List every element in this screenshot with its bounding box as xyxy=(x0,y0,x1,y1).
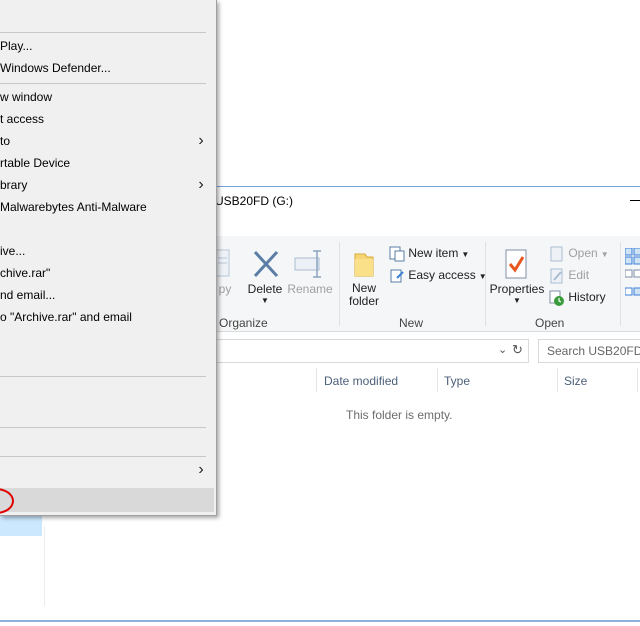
menu-item-add-to-archive[interactable]: ive... xyxy=(0,240,216,262)
rename-icon xyxy=(294,250,321,278)
search-placeholder: Search USB20FD ( xyxy=(547,344,640,358)
window-title: USB20FD (G:) xyxy=(215,194,294,208)
open-dropdown-icon: ▼ xyxy=(600,249,609,259)
menu-item-pin-quick-access[interactable]: t access xyxy=(0,108,216,130)
group-separator xyxy=(339,242,340,326)
nav-pane-divider xyxy=(44,526,45,606)
menu-item-label: brary xyxy=(0,178,28,192)
menu-separator xyxy=(0,32,206,33)
chevron-right-icon: › xyxy=(198,176,204,193)
nav-pane-selected-item[interactable] xyxy=(0,516,42,536)
copy-button[interactable]: py xyxy=(215,248,235,296)
empty-folder-message: This folder is empty. xyxy=(346,408,453,422)
open-icon xyxy=(549,246,565,262)
group-separator xyxy=(485,242,486,326)
minimize-button[interactable] xyxy=(630,200,640,201)
column-header-type[interactable]: Type xyxy=(444,374,470,388)
select-all-icon[interactable] xyxy=(625,248,640,308)
context-menu: Play... Windows Defender... w window t a… xyxy=(0,0,217,516)
new-folder-label-line2: folder xyxy=(348,294,380,308)
menu-item-open-new-window[interactable]: w window xyxy=(0,86,216,108)
column-header-date-modified[interactable]: Date modified xyxy=(324,374,398,388)
history-button[interactable]: History xyxy=(549,290,606,306)
menu-item-label: nd email... xyxy=(0,288,56,302)
new-group-label: New xyxy=(399,316,424,330)
easy-access-icon xyxy=(389,268,405,284)
menu-item-malwarebytes[interactable]: Malwarebytes Anti-Malware xyxy=(0,196,216,218)
organize-group-label: Organize xyxy=(219,316,268,330)
edit-label: Edit xyxy=(568,268,590,283)
edit-button[interactable]: Edit xyxy=(549,268,589,284)
menu-item-label: to xyxy=(0,134,11,148)
menu-item-portable-device[interactable]: rtable Device xyxy=(0,152,216,174)
edit-icon xyxy=(549,268,565,284)
properties-dropdown-icon: ▼ xyxy=(513,296,521,305)
rename-label: Rename xyxy=(287,282,333,296)
column-separator[interactable] xyxy=(637,368,638,392)
history-label: History xyxy=(568,290,606,305)
address-bar[interactable]: ⌄ ↻ xyxy=(215,339,529,363)
menu-separator xyxy=(0,456,206,457)
search-input[interactable]: Search USB20FD ( xyxy=(538,339,640,363)
new-item-icon xyxy=(389,246,405,262)
history-icon xyxy=(549,290,565,306)
chevron-right-icon: › xyxy=(198,461,204,478)
menu-item-play[interactable]: Play... xyxy=(0,35,216,57)
column-header-size[interactable]: Size xyxy=(564,374,587,388)
new-folder-button[interactable]: New folder xyxy=(343,248,385,308)
open-button[interactable]: Open ▼ xyxy=(549,246,609,262)
ribbon: py Organize Delete ▼ Rename New folder N… xyxy=(215,236,640,332)
chevron-down-icon[interactable]: ⌄ xyxy=(498,343,507,356)
delete-label: Delete xyxy=(247,282,283,296)
easy-access-label: Easy access xyxy=(408,268,476,283)
menu-item-add-to-archive-rar[interactable]: chive.rar" xyxy=(0,262,216,284)
menu-item-submenu[interactable]: › xyxy=(0,459,216,481)
window-border xyxy=(215,186,640,187)
new-item-label: New item xyxy=(408,246,459,261)
properties-label: Properties xyxy=(489,282,545,296)
rename-button[interactable]: Rename xyxy=(287,248,333,296)
menu-item-label: w window xyxy=(0,90,53,104)
menu-item-label: ive... xyxy=(0,244,26,258)
group-separator xyxy=(620,242,621,326)
delete-x-icon xyxy=(253,250,279,278)
menu-item-label: Play... xyxy=(0,39,33,53)
copy-icon xyxy=(215,249,230,277)
menu-separator xyxy=(0,376,206,377)
window-bottom-border xyxy=(0,620,640,622)
menu-item-include-in-library[interactable]: brary › xyxy=(0,174,216,196)
properties-button[interactable]: Properties ▼ xyxy=(489,248,545,305)
menu-item-label: o "Archive.rar" and email xyxy=(0,310,132,324)
refresh-icon[interactable]: ↻ xyxy=(512,342,523,358)
menu-item-label: Windows Defender... xyxy=(0,61,111,75)
menu-item-label: t access xyxy=(0,112,45,126)
chevron-right-icon: › xyxy=(198,132,204,149)
menu-item-label: chive.rar" xyxy=(0,266,51,280)
menu-item-send-to[interactable]: to › xyxy=(0,130,216,152)
new-folder-icon xyxy=(354,253,374,277)
new-item-dropdown-icon: ▼ xyxy=(461,249,470,259)
new-item-button[interactable]: New item ▼ xyxy=(389,246,469,262)
menu-separator xyxy=(0,83,206,84)
menu-item-compress-rar-and-email[interactable]: o "Archive.rar" and email xyxy=(0,306,216,328)
menu-item-label: Malwarebytes Anti-Malware xyxy=(0,200,147,214)
properties-icon xyxy=(505,249,527,279)
open-group-label: Open xyxy=(535,316,565,330)
menu-item-windows-defender[interactable]: Windows Defender... xyxy=(0,57,216,79)
column-separator[interactable] xyxy=(437,368,438,392)
menu-separator xyxy=(0,427,206,428)
easy-access-button[interactable]: Easy access ▼ xyxy=(389,268,487,284)
open-label: Open xyxy=(568,246,598,261)
delete-button[interactable]: Delete ▼ xyxy=(247,248,283,305)
delete-dropdown-icon: ▼ xyxy=(261,296,269,305)
copy-label: py xyxy=(218,282,232,296)
menu-item-highlighted[interactable] xyxy=(0,488,214,512)
menu-item-label: rtable Device xyxy=(0,156,71,170)
menu-item-compress-and-email[interactable]: nd email... xyxy=(0,284,216,306)
column-separator[interactable] xyxy=(557,368,558,392)
column-separator[interactable] xyxy=(316,368,317,392)
